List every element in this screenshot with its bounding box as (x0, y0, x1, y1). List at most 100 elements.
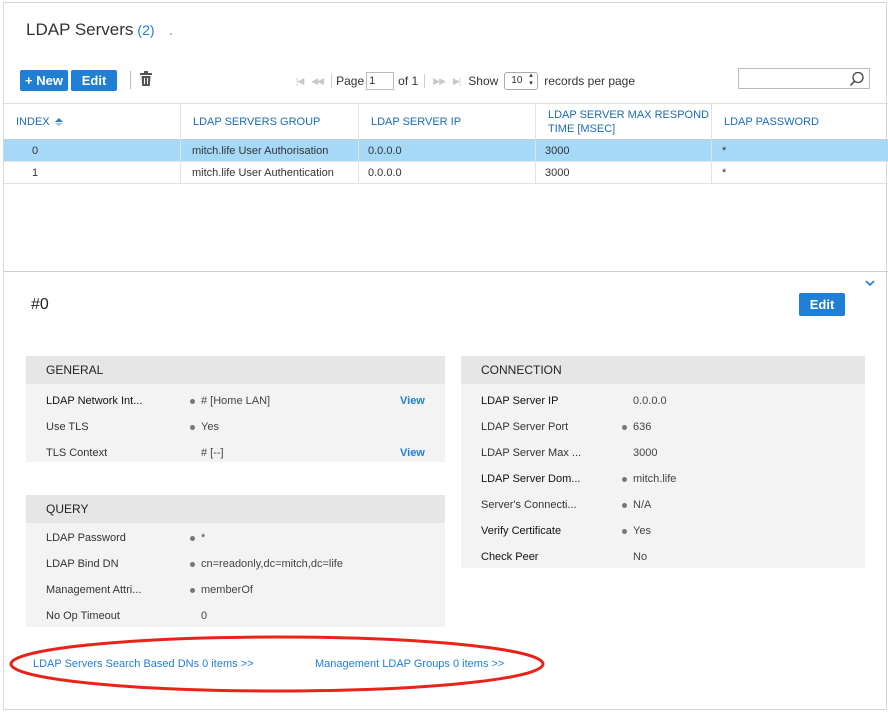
field-value: memberOf (201, 584, 253, 596)
management-ldap-groups-link[interactable]: Management LDAP Groups 0 items >> (315, 658, 504, 670)
new-button[interactable]: + New (20, 70, 68, 91)
bullet-icon (190, 536, 195, 541)
general-panel-header: GENERAL (26, 356, 445, 384)
records-per-page-label: records per page (544, 74, 636, 88)
last-page-icon[interactable]: ▶| (453, 76, 461, 87)
first-page-icon[interactable]: |◀ (296, 76, 304, 87)
cell-group: mitch.life User Authentication (192, 167, 334, 179)
field-value: # [--] (201, 447, 224, 459)
field-value: # [Home LAN] (201, 395, 271, 407)
bullet-icon (190, 425, 195, 430)
field-label: LDAP Server Max ... (481, 447, 582, 459)
view-tls-context-link[interactable]: View (400, 440, 425, 466)
chevron-down-icon[interactable] (865, 276, 875, 290)
field-ldap-server-domain: LDAP Server Dom... mitch.life (461, 466, 865, 492)
field-value: 636 (633, 421, 652, 433)
field-ldap-network-interface: LDAP Network Int... # [Home LAN] View (26, 388, 445, 414)
col-divider (180, 140, 181, 184)
bullet-icon (190, 399, 195, 404)
field-value: 0.0.0.0 (633, 395, 667, 407)
bullet-icon (622, 477, 627, 482)
general-panel: LDAP Network Int... # [Home LAN] View Us… (26, 384, 445, 462)
field-ldap-bind-dn: LDAP Bind DN cn=readonly,dc=mitch,dc=lif… (26, 551, 445, 577)
connection-panel: LDAP Server IP 0.0.0.0 LDAP Server Port … (461, 384, 865, 568)
field-label: Management Attri... (46, 584, 142, 596)
table-row[interactable]: 0 mitch.life User Authorisation 0.0.0.0 … (4, 140, 888, 162)
field-ldap-server-port: LDAP Server Port 636 (461, 414, 865, 440)
field-label: Check Peer (481, 551, 539, 563)
pager-separator (331, 74, 333, 88)
bullet-icon (190, 562, 195, 567)
col-ldap-servers-group[interactable]: LDAP SERVERS GROUP (180, 104, 358, 140)
bullet-icon (622, 503, 627, 508)
cell-index: 1 (32, 167, 39, 179)
next-page-icon[interactable]: ▶▶ (433, 76, 446, 87)
query-panel-header: QUERY (26, 495, 445, 523)
view-network-interface-link[interactable]: View (400, 388, 425, 414)
page-title-text: LDAP Servers (26, 20, 134, 39)
field-no-op-timeout: No Op Timeout 0 (26, 603, 445, 629)
col-max-respond-time[interactable]: LDAP SERVER MAX RESPOND TIME [MSEC] (535, 104, 711, 140)
field-label: LDAP Server Port (481, 421, 569, 433)
cell-group: mitch.life User Authorisation (192, 145, 329, 157)
col-index-label: INDEX (16, 116, 50, 128)
page-input[interactable]: 1 (366, 72, 395, 90)
col-divider (535, 140, 536, 184)
field-label: LDAP Network Int... (46, 395, 143, 407)
field-label: Verify Certificate (481, 525, 562, 537)
page-of-label: of 1 (398, 74, 419, 88)
field-value: Yes (201, 421, 219, 433)
field-ldap-server-ip: LDAP Server IP 0.0.0.0 (461, 388, 865, 414)
search-icon[interactable] (849, 71, 865, 87)
cell-password: * (722, 167, 727, 179)
records-per-page-select[interactable]: 10 (504, 72, 539, 90)
connection-panel-header: CONNECTION (461, 356, 865, 384)
prev-page-icon[interactable]: ◀◀ (311, 76, 324, 87)
field-check-peer: Check Peer No (461, 544, 865, 570)
bullet-icon (622, 529, 627, 534)
bullet-icon (622, 425, 627, 430)
detail-edit-button[interactable]: Edit (799, 293, 845, 316)
pagination: |◀ ◀◀ Page 1 of 1 ▶▶ ▶| Show 10 records … (296, 69, 635, 93)
field-ldap-password: LDAP Password * (26, 525, 445, 551)
field-value: N/A (633, 499, 652, 511)
record-count: (2) (137, 22, 155, 38)
page-label: Page (336, 74, 365, 88)
section-divider (4, 271, 888, 272)
field-value: cn=readonly,dc=mitch,dc=life (201, 558, 343, 570)
cell-max-respond: 3000 (545, 167, 570, 179)
sort-asc-icon[interactable] (54, 117, 64, 127)
field-verify-certificate: Verify Certificate Yes (461, 518, 865, 544)
field-label: No Op Timeout (46, 610, 120, 622)
bullet-icon (190, 588, 195, 593)
toolbar-separator (130, 71, 131, 89)
col-divider (358, 140, 359, 184)
col-ldap-server-ip[interactable]: LDAP SERVER IP (358, 104, 535, 140)
query-panel: LDAP Password * LDAP Bind DN cn=readonly… (26, 523, 445, 627)
search-input[interactable] (738, 68, 870, 89)
col-ldap-password[interactable]: LDAP PASSWORD (711, 104, 888, 140)
field-ldap-server-max: LDAP Server Max ... 3000 (461, 440, 865, 466)
field-value: 3000 (633, 447, 658, 459)
field-value: mitch.life (633, 473, 677, 485)
search-based-dns-link[interactable]: LDAP Servers Search Based DNs 0 items >> (33, 658, 254, 670)
field-management-attribute: Management Attri... memberOf (26, 577, 445, 603)
field-value: No (633, 551, 648, 563)
trash-icon[interactable] (139, 71, 153, 87)
page-title: LDAP Servers (2). (26, 20, 173, 40)
table-header: INDEX LDAP SERVERS GROUP LDAP SERVER IP … (4, 103, 888, 140)
cell-max-respond: 3000 (545, 145, 570, 157)
cell-index: 0 (32, 145, 39, 157)
table-row[interactable]: 1 mitch.life User Authentication 0.0.0.0… (4, 162, 888, 184)
cell-password: * (722, 145, 727, 157)
ldap-servers-page: LDAP Servers (2). + New Edit |◀ ◀◀ Page 1… (3, 2, 888, 710)
col-divider (711, 140, 712, 184)
field-use-tls: Use TLS Yes (26, 414, 445, 440)
field-server-connectivity: Server's Connecti... N/A (461, 492, 865, 518)
col-index[interactable]: INDEX (4, 104, 180, 140)
field-label: LDAP Password (46, 532, 126, 544)
field-label: TLS Context (46, 447, 108, 459)
field-label: Use TLS (46, 421, 89, 433)
field-value: Yes (633, 525, 651, 537)
edit-button[interactable]: Edit (71, 70, 117, 91)
